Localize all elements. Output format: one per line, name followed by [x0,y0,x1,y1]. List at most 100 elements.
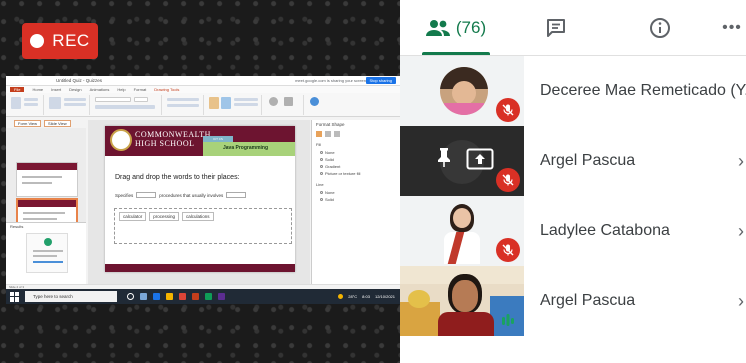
drop-blank[interactable] [136,192,157,198]
view-tabs: Form View Slide View [6,119,86,127]
chrome-icon[interactable] [179,293,186,300]
participant-name: Argel Pascua [540,292,636,309]
mic-off-icon [502,104,514,116]
tab-chat[interactable] [540,0,572,55]
ribbon-tabs: File Home Insert Design Animations Help … [6,86,400,93]
fill-option[interactable]: Gradient [320,164,340,169]
word-bank: calculator processing calculations [119,212,214,221]
info-icon [650,17,670,38]
participant-row[interactable]: Deceree Mae Remeticado (Y... [400,56,746,126]
ribbon-group-drawing [206,95,262,115]
ribbon-group-paragraph [164,95,204,115]
tab-people[interactable]: (76) [422,0,490,55]
clock-time[interactable]: 8:03 [362,294,370,299]
panel-tab-bar: (76) ••• [400,0,746,56]
avatar [444,204,480,264]
tab-info[interactable] [644,0,676,55]
ribbon-tab-file[interactable]: File [10,87,25,92]
windows-taskbar: Type here to search 28°C 8:03 12/10/2021 [6,289,400,304]
participant-tile [400,196,524,266]
participant-row[interactable]: Argel Pascua › [400,266,746,336]
word-chip[interactable]: calculations [182,212,214,221]
mic-off-indicator [496,238,520,262]
cortana-icon[interactable] [127,293,134,300]
temperature: 28°C [348,294,358,299]
ribbon-tab-home[interactable]: Home [32,87,43,92]
ribbon-tab-help[interactable]: Help [117,87,125,92]
chevron-right-icon[interactable]: › [738,126,744,196]
drop-blank[interactable] [226,192,247,198]
word-chip[interactable]: calculator [119,212,147,221]
mic-off-indicator [496,98,520,122]
stop-sharing-button[interactable]: Stop sharing [365,77,396,84]
more-icon: ••• [722,18,742,36]
slide-view-tab[interactable]: Slide View [44,119,71,127]
results-card[interactable] [26,233,68,273]
results-label: Results [10,224,24,229]
ribbon-tab-format[interactable]: Format [134,87,147,92]
participant-tile [400,126,524,196]
fill-option[interactable]: Solid [320,157,334,162]
taskbar-search-input[interactable]: Type here to search [25,291,117,302]
shape-icon[interactable] [325,131,331,137]
format-shape-pane: Format Shape Fill None Solid Gradient Pi… [311,120,400,284]
fill-in-sentence: Specifies procedures that usually involv… [115,192,247,198]
line-option[interactable]: None [320,190,335,195]
window-title: Untitled Quiz - Quizzes [56,78,103,83]
record-dot-icon [30,34,45,48]
present-icon [466,148,494,170]
app-icon[interactable] [205,293,212,300]
slide-thumbnail[interactable] [16,162,78,197]
powerpoint-icon[interactable] [192,293,199,300]
slide-canvas[interactable]: COMMONWEALTH HIGH SCHOOL ICT CS Java Pro… [105,126,295,272]
clock-date[interactable]: 12/10/2021 [375,294,395,299]
participant-row[interactable]: Ladylee Catabona › [400,196,746,266]
school-name: COMMONWEALTH HIGH SCHOOL [135,130,211,148]
size-icon[interactable] [334,131,340,137]
word-chip[interactable]: processing [149,212,180,221]
fill-section-label[interactable]: Fill [316,142,321,147]
fill-option[interactable]: None [320,150,335,155]
line-option[interactable]: Solid [320,197,334,202]
chevron-right-icon[interactable]: › [738,196,744,266]
chevron-right-icon[interactable]: › [738,266,744,336]
avatar [452,280,478,312]
line-section-label[interactable]: Line [316,182,324,187]
people-count: (76) [455,17,487,37]
windows-start-icon[interactable] [10,291,20,302]
sentence-start: Specifies [115,192,134,198]
participant-tile [400,56,524,126]
drawing-tools-tab[interactable]: Drawing Tools [154,87,179,92]
ribbon-group-font [92,95,162,115]
share-note: meet.google.com is sharing your screen [295,78,366,83]
ribbon-group-addins [306,95,330,115]
app-titlebar: Untitled Quiz - Quizzes meet.google.com … [6,76,400,86]
task-view-icon[interactable] [140,293,147,300]
participant-name: Ladylee Catabona [540,222,670,239]
ribbon-group-clipboard [8,95,44,115]
school-name-line-2: HIGH SCHOOL [135,139,195,148]
file-explorer-icon[interactable] [166,293,173,300]
ribbon-group-slides [46,95,90,115]
ribbon-tab-design[interactable]: Design [69,87,81,92]
active-tab-indicator [422,52,490,55]
more-options-button[interactable]: ••• [718,0,746,55]
people-icon [425,19,450,36]
chat-icon [547,18,565,37]
app-icon[interactable] [218,293,225,300]
fill-option[interactable]: Picture or texture fill [320,171,360,176]
avatar [440,67,488,115]
ribbon-tab-animations[interactable]: Animations [90,87,110,92]
pin-icon[interactable] [436,146,452,168]
edge-icon[interactable] [153,293,160,300]
mic-off-indicator [496,168,520,192]
school-name-line-1: COMMONWEALTH [135,130,211,139]
ribbon-tab-insert[interactable]: Insert [51,87,61,92]
form-view-tab[interactable]: Form View [14,119,42,127]
ribbon-group-editing [264,95,304,115]
fill-icon[interactable] [316,131,322,137]
ribbon-toolbar [6,93,400,117]
shared-desktop: Untitled Quiz - Quizzes meet.google.com … [6,76,400,304]
weather-icon[interactable] [338,294,344,299]
participant-row[interactable]: Argel Pascua › [400,126,746,196]
